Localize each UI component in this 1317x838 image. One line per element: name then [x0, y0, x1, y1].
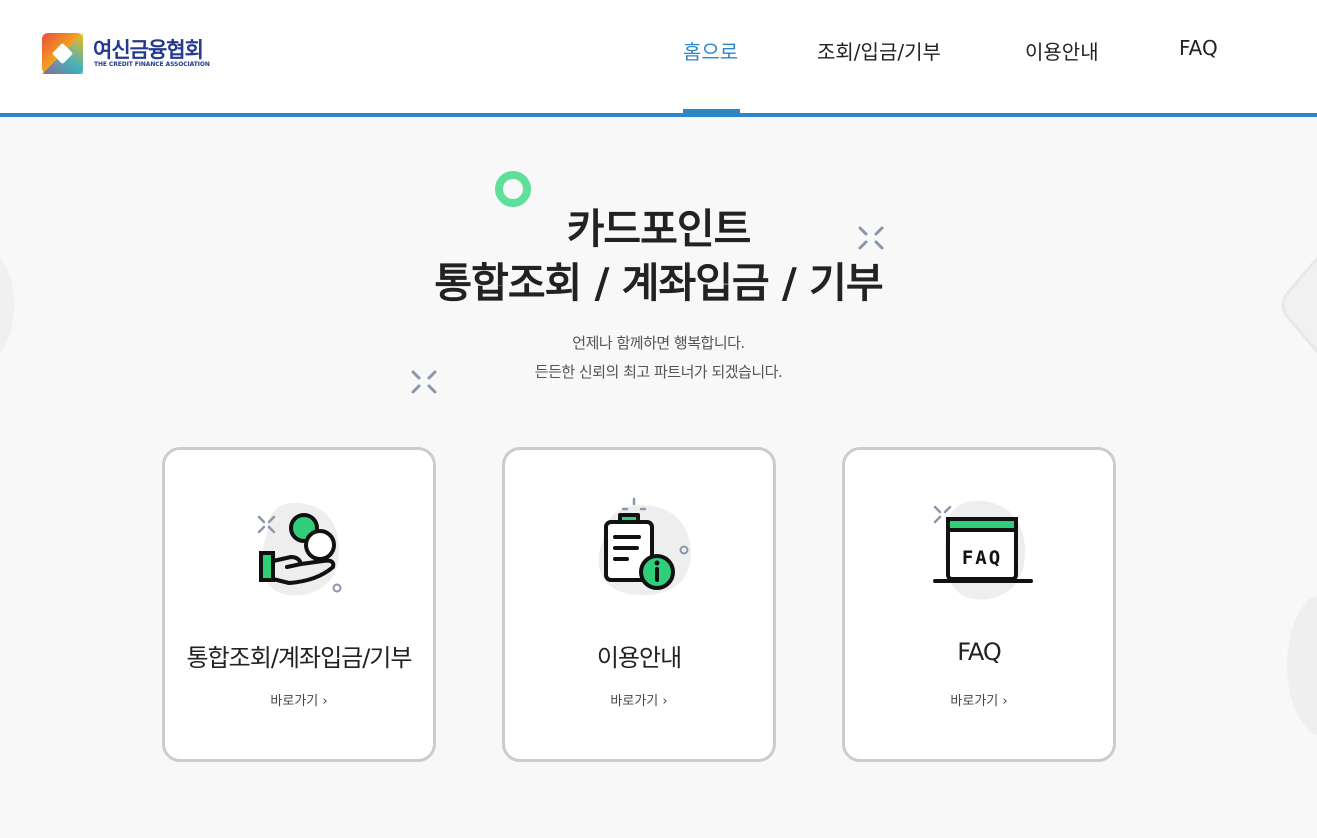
nav-active-indicator [683, 109, 740, 113]
logo-name-korean: 여신금융협회 [93, 38, 204, 62]
clipboard-info-icon [598, 497, 691, 596]
chevron-right-icon: › [1002, 694, 1008, 709]
shortcut-label: 바로가기 [270, 694, 319, 709]
chevron-right-icon: › [662, 694, 668, 709]
card-title: 이용안내 [596, 644, 682, 672]
shortcut-label: 바로가기 [610, 694, 659, 709]
card-faq[interactable]: FAQ FAQ 바로가기 › [842, 447, 1116, 762]
nav-usage-guide[interactable]: 이용안내 [1025, 36, 1099, 65]
shortcut-link[interactable]: 바로가기 › [505, 690, 773, 709]
card-title: FAQ [957, 638, 1002, 666]
shortcut-label: 바로가기 [950, 694, 999, 709]
hero-title-line2: 통합조회 / 계좌입금 / 기부 [434, 259, 883, 307]
coin-hand-icon [257, 502, 342, 596]
hero-subtitle-line1: 언제나 함께하면 행복합니다. [572, 334, 745, 352]
nav-home[interactable]: 홈으로 [683, 36, 738, 65]
shortcut-link[interactable]: 바로가기 › [845, 690, 1113, 709]
logo-name-english: THE CREDIT FINANCE ASSOCIATION [94, 61, 210, 68]
logo[interactable]: 여신금융협회 THE CREDIT FINANCE ASSOCIATION [42, 33, 222, 75]
nav-faq[interactable]: FAQ [1179, 36, 1218, 60]
card-title: 통합조회/계좌입금/기부 [186, 644, 413, 672]
faq-icon-text: FAQ [962, 547, 1002, 569]
hero-title-line1: 카드포인트 [566, 205, 752, 253]
card-usage-guide[interactable]: 이용안내 바로가기 › [502, 447, 776, 762]
nav-inquiry-deposit-donation[interactable]: 조회/입금/기부 [817, 36, 941, 65]
logo-mark-icon [42, 33, 83, 74]
hero-subtitle-line2: 든든한 신뢰의 최고 파트너가 되겠습니다. [534, 363, 783, 381]
site-header: 여신금융협회 THE CREDIT FINANCE ASSOCIATION 홈으… [0, 0, 1317, 117]
chevron-right-icon: › [322, 694, 328, 709]
shortcut-link[interactable]: 바로가기 › [165, 690, 433, 709]
faq-window-icon: FAQ [933, 500, 1033, 600]
card-inquiry-deposit-donation[interactable]: 통합조회/계좌입금/기부 바로가기 › [162, 447, 436, 762]
right-deco-shape-bottom [1287, 594, 1317, 736]
